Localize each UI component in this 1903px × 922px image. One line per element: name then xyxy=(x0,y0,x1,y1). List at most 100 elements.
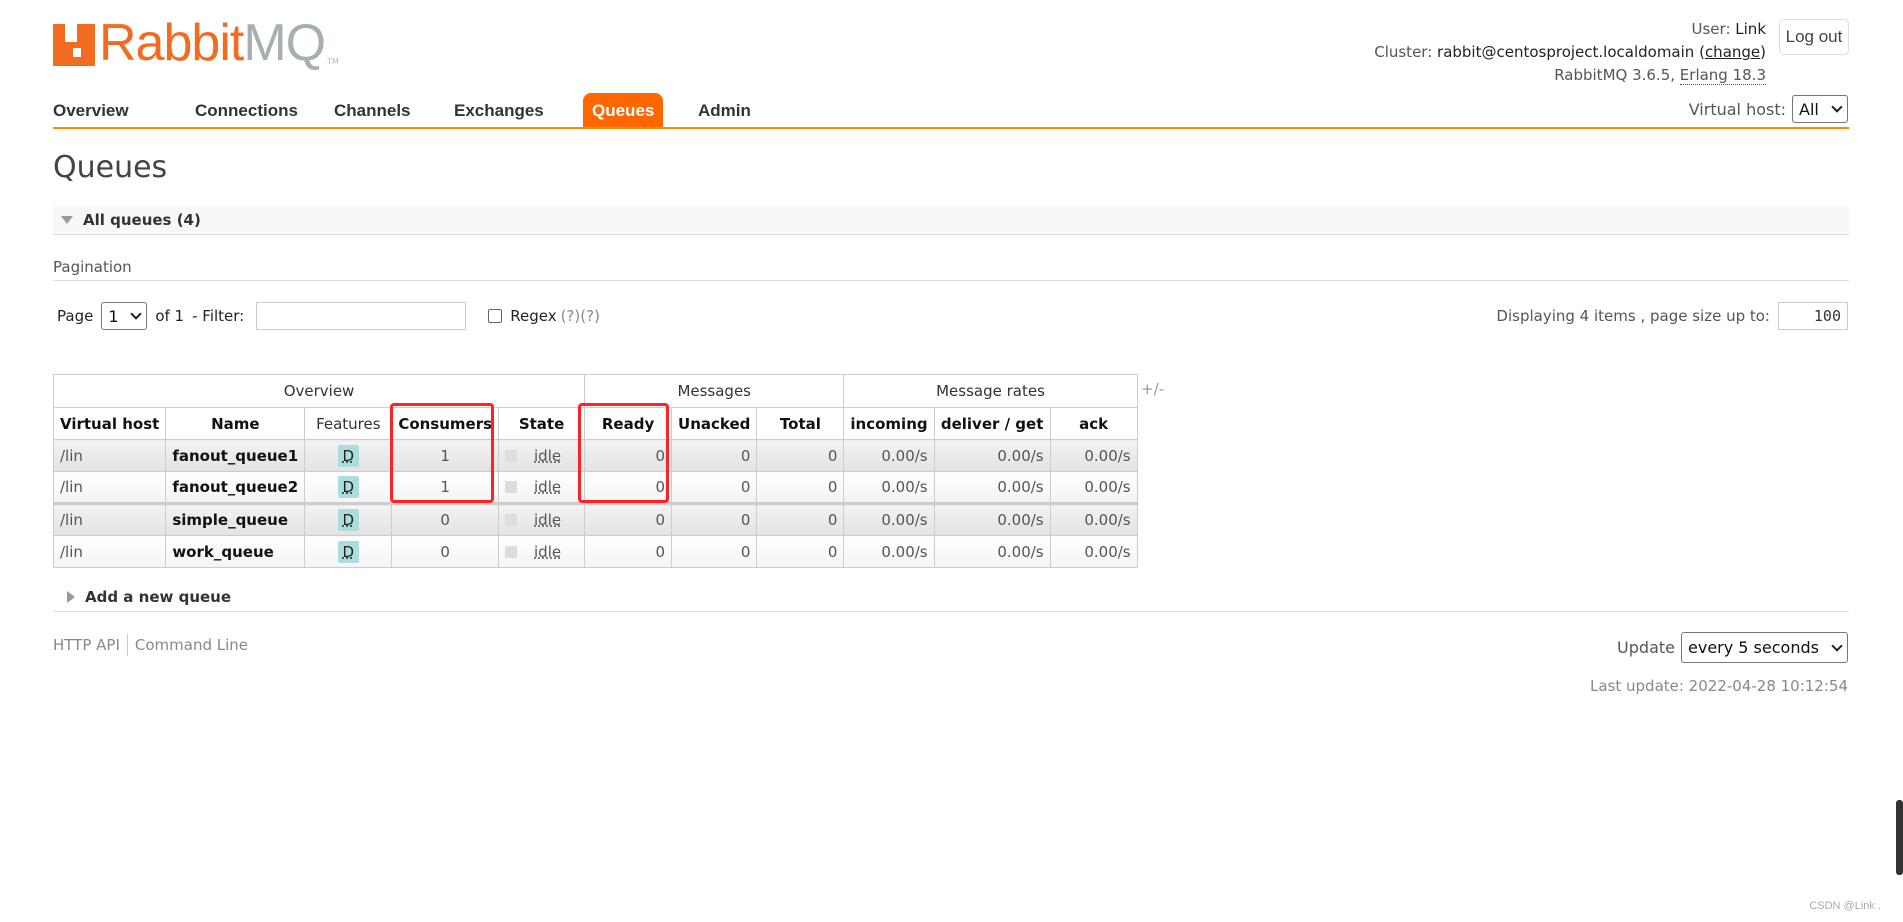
virtual-host-label: Virtual host: xyxy=(1688,99,1786,119)
cell-consumers: 0 xyxy=(391,502,500,536)
logout-button[interactable]: Log out xyxy=(1779,19,1849,55)
command-line-link[interactable]: Command Line xyxy=(135,636,248,654)
col-total[interactable]: Total xyxy=(756,407,845,440)
col-name[interactable]: Name xyxy=(165,407,306,440)
regex-help-link[interactable]: (?) xyxy=(561,307,581,325)
rabbit-logo-icon xyxy=(53,24,95,66)
state-indicator-icon xyxy=(505,514,518,526)
cell-vhost: /lin xyxy=(52,439,167,472)
cell-consumers: 0 xyxy=(391,535,500,568)
page-size-input[interactable]: 100 xyxy=(1778,302,1848,330)
cell-ready: 0 xyxy=(584,535,673,568)
table-row: /lin work_queue D 0 idle 0 0 0 0.00/s 0.00/s 0.00/… xyxy=(52,535,1138,568)
pagination-label: Pagination xyxy=(53,258,1849,281)
watermark: CSDN @Link . xyxy=(1809,900,1881,912)
cell-vhost: /lin xyxy=(52,502,167,536)
virtual-host-picker: Virtual host: All xyxy=(1689,95,1848,123)
add-queue-section-toggle[interactable]: Add a new queue xyxy=(53,583,1849,612)
page-select[interactable]: 1 xyxy=(101,302,148,330)
cluster-label: Cluster: xyxy=(1374,43,1433,61)
column-toggle[interactable]: +/- xyxy=(1141,380,1164,398)
http-api-link[interactable]: HTTP API xyxy=(53,636,120,654)
cell-state: idle xyxy=(498,439,586,472)
col-ack[interactable]: ack xyxy=(1049,407,1138,440)
cluster-name: rabbit@centosproject.localdomain xyxy=(1437,43,1695,61)
page-title: Queues xyxy=(53,150,168,185)
queue-name-link[interactable]: fanout_queue1 xyxy=(165,439,306,472)
logo-text-mq: MQ xyxy=(243,14,326,72)
queue-name-link[interactable]: fanout_queue2 xyxy=(165,471,306,504)
state-text: idle xyxy=(534,478,562,496)
collapse-triangle-icon xyxy=(61,216,73,224)
tab-admin[interactable]: Admin xyxy=(689,93,760,127)
update-label: Update xyxy=(1617,638,1675,657)
state-text: idle xyxy=(534,446,562,465)
queue-name-link[interactable]: work_queue xyxy=(165,535,306,568)
rabbitmq-logo[interactable]: Rabbit MQ TM xyxy=(53,14,339,72)
display-info: Displaying 4 items , page size up to: 10… xyxy=(1496,302,1848,330)
state-indicator-icon xyxy=(505,449,518,462)
section-title: All queues (4) xyxy=(83,211,201,229)
regex-help-link-2[interactable]: (?) xyxy=(580,307,600,325)
chevron-down-icon xyxy=(1831,101,1843,113)
cell-ack: 0.00/s xyxy=(1049,535,1138,568)
last-update: Last update: 2022-04-28 10:12:54 xyxy=(1590,677,1848,695)
cell-incoming: 0.00/s xyxy=(843,535,935,568)
cell-total: 0 xyxy=(756,439,845,472)
user-name: Link xyxy=(1735,20,1766,38)
virtual-host-value: All xyxy=(1799,99,1819,119)
cell-ack: 0.00/s xyxy=(1049,439,1138,472)
update-control: Update every 5 seconds xyxy=(1617,632,1848,663)
highlight-ready xyxy=(578,403,669,503)
regex-checkbox[interactable] xyxy=(488,309,503,323)
virtual-host-select[interactable]: All xyxy=(1792,95,1848,123)
durable-badge: D xyxy=(337,444,360,467)
page-value: 1 xyxy=(108,306,119,326)
cell-features: D xyxy=(304,502,393,536)
cell-ready: 0 xyxy=(584,502,673,536)
cell-total: 0 xyxy=(756,471,845,504)
cell-deliver-get: 0.00/s xyxy=(933,439,1051,472)
user-label: User: xyxy=(1691,20,1731,38)
tab-exchanges[interactable]: Exchanges xyxy=(445,93,553,127)
change-cluster-link[interactable]: change xyxy=(1705,43,1760,61)
cell-ack: 0.00/s xyxy=(1049,471,1138,504)
cell-deliver-get: 0.00/s xyxy=(933,471,1051,504)
footer-links: HTTP API Command Line xyxy=(53,634,248,656)
pagination-controls: Page 1 of 1 - Filter: Regex (?)(?) xyxy=(57,302,600,330)
cell-deliver-get: 0.00/s xyxy=(933,535,1051,568)
header-info: User: Link Cluster: rabbit@centosproject… xyxy=(1374,20,1766,85)
cell-vhost: /lin xyxy=(52,471,167,504)
update-interval-select[interactable]: every 5 seconds xyxy=(1681,632,1848,663)
col-state[interactable]: State xyxy=(498,407,586,440)
col-unacked[interactable]: Unacked xyxy=(671,407,758,440)
col-virtual-host[interactable]: Virtual host xyxy=(52,407,167,440)
group-overview: Overview xyxy=(52,374,586,408)
main-nav: Overview Connections Channels Exchanges … xyxy=(53,93,1849,129)
tab-channels[interactable]: Channels xyxy=(325,93,420,127)
display-count-text: Displaying 4 items , page size up to: xyxy=(1496,307,1770,325)
all-queues-section-toggle[interactable]: All queues (4) xyxy=(53,206,1849,235)
durable-badge: D xyxy=(337,509,360,531)
tab-connections[interactable]: Connections xyxy=(186,93,307,127)
cell-unacked: 0 xyxy=(671,502,758,536)
filter-input[interactable] xyxy=(256,302,467,330)
cell-features: D xyxy=(304,471,393,504)
filter-label: - Filter: xyxy=(192,307,245,325)
logo-tm: TM xyxy=(327,57,339,66)
cell-features: D xyxy=(304,535,393,568)
scrollbar-thumb[interactable] xyxy=(1896,800,1903,875)
add-queue-title: Add a new queue xyxy=(85,588,232,606)
cell-total: 0 xyxy=(756,502,845,536)
col-deliver-get[interactable]: deliver / get xyxy=(933,407,1051,440)
state-indicator-icon xyxy=(505,545,518,558)
queue-name-link[interactable]: simple_queue xyxy=(165,502,306,536)
cell-state: idle xyxy=(498,535,586,568)
cell-unacked: 0 xyxy=(671,535,758,568)
state-text: idle xyxy=(534,542,562,561)
col-incoming[interactable]: incoming xyxy=(843,407,935,440)
expand-triangle-icon xyxy=(67,591,75,603)
tab-overview[interactable]: Overview xyxy=(44,93,138,127)
logo-text-rabbit: Rabbit xyxy=(99,14,244,72)
tab-queues[interactable]: Queues xyxy=(583,93,664,127)
